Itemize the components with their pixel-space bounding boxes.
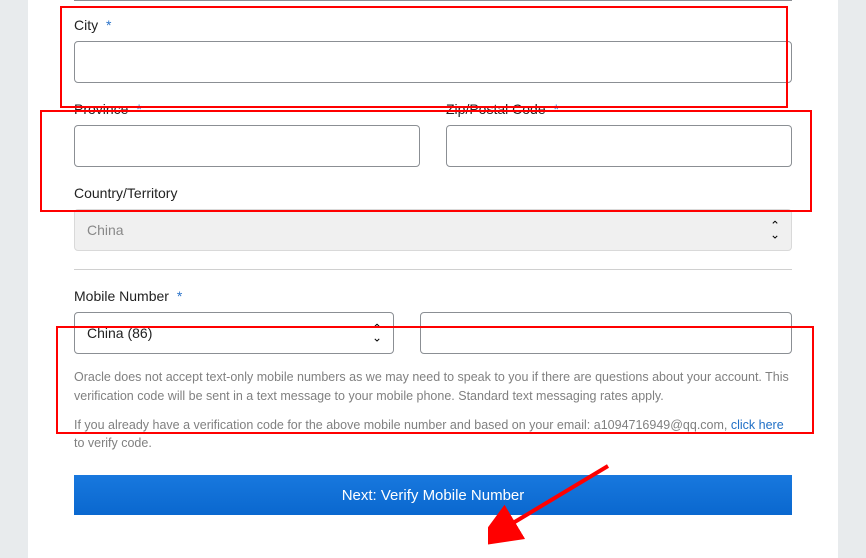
province-field-group: Province * bbox=[74, 97, 420, 167]
country-label-text: Country/Territory bbox=[74, 185, 177, 201]
city-input[interactable] bbox=[74, 41, 792, 83]
next-verify-button[interactable]: Next: Verify Mobile Number bbox=[74, 475, 792, 515]
zip-field-group: Zip/Postal Code * bbox=[446, 97, 792, 167]
prev-field-border bbox=[74, 0, 792, 1]
province-zip-row: Province * Zip/Postal Code * bbox=[74, 97, 792, 181]
country-selected-value: China bbox=[87, 222, 124, 238]
zip-label-text: Zip/Postal Code bbox=[446, 101, 546, 117]
help-text-2b: , bbox=[724, 418, 731, 432]
mobile-label: Mobile Number * bbox=[74, 284, 792, 304]
province-label-text: Province bbox=[74, 101, 128, 117]
country-field-group: Country/Territory China ⌃⌄ bbox=[74, 181, 792, 251]
zip-input[interactable] bbox=[446, 125, 792, 167]
mobile-label-text: Mobile Number bbox=[74, 288, 169, 304]
city-label: City * bbox=[74, 13, 792, 33]
city-label-text: City bbox=[74, 17, 98, 33]
help-email: a1094716949@qq.com bbox=[594, 418, 724, 432]
help-text-2: If you already have a verification code … bbox=[74, 416, 792, 454]
help-text-2a: If you already have a verification code … bbox=[74, 418, 594, 432]
required-star: * bbox=[106, 17, 111, 33]
click-here-link[interactable]: click here bbox=[731, 418, 784, 432]
zip-label: Zip/Postal Code * bbox=[446, 97, 792, 117]
country-select: China bbox=[74, 209, 792, 251]
mobile-field-group: Mobile Number * China (86) ⌃⌄ bbox=[74, 284, 792, 354]
city-field-group: City * bbox=[74, 13, 792, 83]
help-text-1: Oracle does not accept text-only mobile … bbox=[74, 368, 792, 406]
required-star: * bbox=[177, 288, 182, 304]
next-button-label: Next: Verify Mobile Number bbox=[342, 487, 525, 504]
mobile-number-input[interactable] bbox=[420, 312, 792, 354]
country-code-select[interactable]: China (86) bbox=[74, 312, 394, 354]
required-star: * bbox=[136, 101, 141, 117]
country-code-select-wrap: China (86) ⌃⌄ bbox=[74, 312, 394, 354]
province-input[interactable] bbox=[74, 125, 420, 167]
province-label: Province * bbox=[74, 97, 420, 117]
section-divider bbox=[74, 269, 792, 270]
country-code-value: China (86) bbox=[87, 325, 152, 341]
country-select-wrap: China ⌃⌄ bbox=[74, 209, 792, 251]
country-label: Country/Territory bbox=[74, 181, 792, 201]
required-star: * bbox=[554, 101, 559, 117]
help-text-2c: to verify code. bbox=[74, 436, 152, 450]
